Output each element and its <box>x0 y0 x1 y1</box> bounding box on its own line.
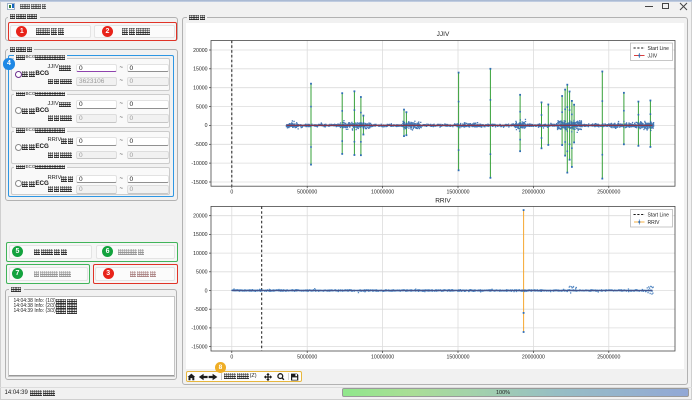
svg-text:5000: 5000 <box>196 270 208 276</box>
svg-text:25000000: 25000000 <box>597 190 620 196</box>
svg-text:-15000: -15000 <box>191 180 207 186</box>
svg-text:-10000: -10000 <box>191 161 207 167</box>
svg-text:20000000: 20000000 <box>522 355 545 361</box>
svg-text:-15000: -15000 <box>191 344 207 350</box>
svg-text:20000000: 20000000 <box>522 190 545 196</box>
svg-text:RRIV: RRIV <box>648 220 661 226</box>
svg-text:0: 0 <box>230 355 233 361</box>
svg-text:5000: 5000 <box>196 104 208 110</box>
svg-text:15000000: 15000000 <box>446 355 469 361</box>
svg-text:0: 0 <box>230 190 233 196</box>
svg-text:5000000: 5000000 <box>297 355 317 361</box>
svg-text:5000000: 5000000 <box>297 190 317 196</box>
svg-text:20000: 20000 <box>193 48 208 54</box>
svg-text:25000000: 25000000 <box>597 355 620 361</box>
svg-text:10000: 10000 <box>193 86 208 92</box>
svg-text:20000: 20000 <box>193 214 208 220</box>
svg-text:-5000: -5000 <box>194 142 207 148</box>
svg-text:JJIV: JJIV <box>648 54 658 60</box>
svg-text:JJIV: JJIV <box>437 31 450 38</box>
svg-text:10000000: 10000000 <box>371 355 394 361</box>
svg-text:15000: 15000 <box>193 67 208 73</box>
svg-text:10000: 10000 <box>193 251 208 257</box>
svg-text:0: 0 <box>205 288 208 294</box>
svg-text:0: 0 <box>205 123 208 129</box>
svg-text:-10000: -10000 <box>191 326 207 332</box>
svg-text:RRIV: RRIV <box>435 198 451 205</box>
svg-text:10000000: 10000000 <box>371 190 394 196</box>
svg-text:Start Line: Start Line <box>648 213 670 219</box>
svg-text:-5000: -5000 <box>194 307 207 313</box>
svg-text:Start Line: Start Line <box>648 46 670 52</box>
svg-text:15000: 15000 <box>193 232 208 238</box>
svg-text:15000000: 15000000 <box>446 190 469 196</box>
